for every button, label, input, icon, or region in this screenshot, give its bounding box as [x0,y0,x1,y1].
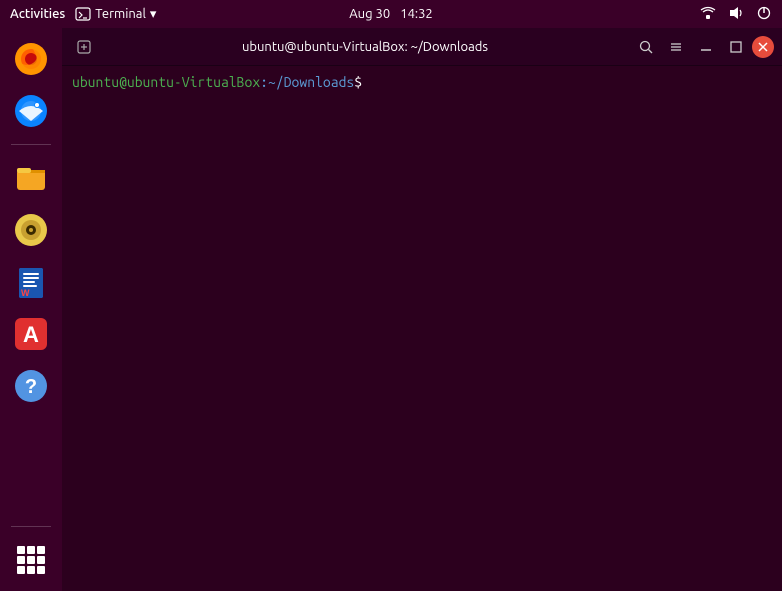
activities-button[interactable]: Activities [10,7,65,21]
terminal-content[interactable]: ubuntu@ubuntu-VirtualBox:~/Downloads$ [62,66,782,591]
svg-text:?: ? [25,376,37,398]
grid-dot [17,556,25,564]
sidebar: W A ? [0,28,62,591]
menu-icon [669,40,683,54]
topbar-datetime: Aug 30 14:32 [349,7,433,21]
prompt-path: :~/Downloads [260,74,354,90]
terminal-menu-label: Terminal [95,7,146,21]
firefox-icon [13,41,49,77]
grid-dot [37,546,45,554]
terminal-title: ubuntu@ubuntu-VirtualBox: ~/Downloads [242,40,488,54]
prompt-user: ubuntu@ubuntu-VirtualBox [72,74,260,90]
menu-button[interactable] [662,33,690,61]
minimize-icon [699,40,713,54]
sidebar-item-help[interactable]: ? [8,363,54,409]
sidebar-item-firefox[interactable] [8,36,54,82]
main-area: W A ? [0,28,782,591]
new-tab-icon [76,39,92,55]
maximize-icon [729,40,743,54]
sidebar-bottom [8,522,54,591]
search-icon [639,40,653,54]
terminal-titlebar: ubuntu@ubuntu-VirtualBox: ~/Downloads [62,28,782,66]
power-icon-svg [756,5,772,21]
power-icon[interactable] [756,5,772,24]
sidebar-item-rhythmbox[interactable] [8,207,54,253]
network-icon[interactable] [700,5,716,24]
network-icon-svg [700,5,716,21]
sidebar-item-files[interactable] [8,155,54,201]
maximize-button[interactable] [722,33,750,61]
writer-icon: W [13,264,49,300]
sidebar-divider [11,144,51,145]
files-icon [13,160,49,196]
minimize-button[interactable] [692,33,720,61]
topbar-time: 14:32 [400,7,433,21]
grid-dot [27,546,35,554]
prompt-dollar: $ [354,74,362,90]
grid-dot [37,556,45,564]
close-button[interactable] [752,36,774,58]
svg-text:A: A [23,322,39,347]
sidebar-item-show-apps[interactable] [8,537,54,583]
grid-icon [17,546,45,574]
terminal-window: ubuntu@ubuntu-VirtualBox: ~/Downloads [62,28,782,591]
sidebar-divider-bottom [11,526,51,527]
sidebar-item-thunderbird[interactable] [8,88,54,134]
search-button[interactable] [632,33,660,61]
terminal-menu-arrow: ▾ [150,7,157,22]
grid-dot [17,546,25,554]
thunderbird-icon [13,93,49,129]
close-icon [758,42,768,52]
grid-dot [27,556,35,564]
terminal-menu[interactable]: Terminal ▾ [75,6,156,22]
sidebar-item-libreoffice-writer[interactable]: W [8,259,54,305]
new-tab-button[interactable] [70,33,98,61]
svg-text:W: W [21,288,30,298]
volume-icon-svg [728,5,744,21]
sidebar-item-app-center[interactable]: A [8,311,54,357]
topbar-right [700,5,772,24]
grid-dot [27,566,35,574]
help-icon: ? [13,368,49,404]
grid-dot [17,566,25,574]
volume-icon[interactable] [728,5,744,24]
topbar-date: Aug 30 [349,7,390,21]
topbar-left: Activities Terminal ▾ [10,6,156,22]
topbar: Activities Terminal ▾ Aug 30 14:32 [0,0,782,28]
app-center-icon: A [13,316,49,352]
titlebar-controls [632,33,774,61]
terminal-menu-icon [75,6,91,22]
titlebar-left [70,33,98,61]
grid-dot [37,566,45,574]
rhythmbox-icon [13,212,49,248]
